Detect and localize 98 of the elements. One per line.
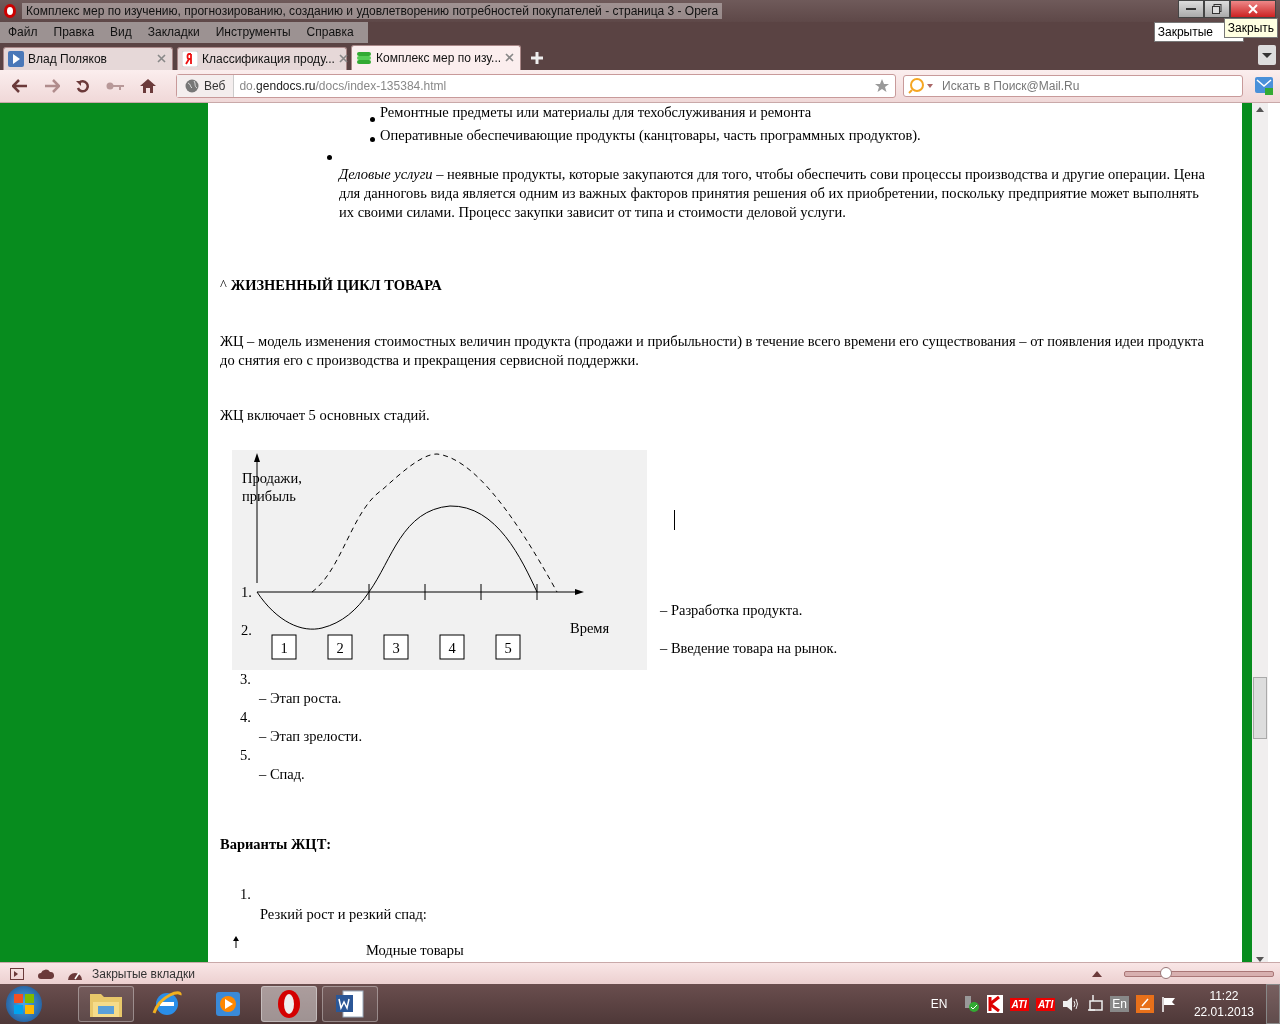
- list-item-text: Ремонтные предметы или материалы для техобслуживания и ремонта: [380, 104, 812, 122]
- search-icon[interactable]: [908, 77, 934, 94]
- paragraph: ЖЦ включает 5 основных стадий.: [220, 406, 431, 424]
- start-button[interactable]: [6, 986, 42, 1022]
- axis-label: Продажи,: [242, 469, 302, 486]
- up-arrow-icon[interactable]: [1256, 106, 1264, 112]
- section-heading: Варианты ЖЦТ:: [220, 835, 333, 853]
- slider-thumb[interactable]: [1160, 966, 1173, 979]
- bullet-icon: [327, 154, 332, 160]
- browser-tab[interactable]: Влад Поляков: [3, 46, 173, 70]
- stage-box: 1: [271, 634, 297, 660]
- clock-time[interactable]: 11:22: [1209, 989, 1239, 1003]
- list-number: 4.: [240, 707, 252, 727]
- menu-item[interactable]: Закладки: [139, 25, 208, 40]
- menu-item[interactable]: Файл: [0, 25, 46, 40]
- closed-tabs-button[interactable]: Закрытые вкладки: [92, 966, 195, 981]
- axis-arrow: [232, 935, 240, 948]
- list-item-text: Деловые услуги – неявные продукты, которые закупаются для того, чтобы обеспечить сови процессы производства и другие операции. Цена для данноговь вида является одним из важных факторов принятия решения об их приобретении, поскольку предприятие может выполнять их своими силами. Процесс закупки зависит от типа и стоимости деловой услуги.: [339, 164, 1206, 222]
- list-item-text: – Введение товара на рынок.: [660, 639, 838, 657]
- cloud-icon[interactable]: [38, 968, 54, 979]
- back-icon[interactable]: [12, 78, 28, 93]
- up-arrow-icon[interactable]: [1092, 970, 1102, 977]
- list-number: 3.: [240, 669, 252, 689]
- address-field[interactable]: Веб do.gendocs.ru/docs/index-135384.html: [176, 73, 896, 98]
- clock-date[interactable]: 22.01.2013: [1193, 1005, 1254, 1019]
- menu-item[interactable]: Справка: [298, 25, 362, 40]
- document-icon: [335, 990, 365, 1018]
- language-indicator[interactable]: EN: [930, 997, 948, 1011]
- list-number: 1.: [241, 583, 252, 601]
- speaker-icon[interactable]: [1062, 996, 1081, 1012]
- top-link[interactable]: ^: [220, 276, 227, 294]
- minimize-icon: [1186, 7, 1196, 11]
- forward-icon[interactable]: [44, 78, 60, 93]
- section-heading: ЖИЗНЕННЫЙ ЦИКЛ ТОВАРА: [230, 276, 442, 294]
- opera-icon: [276, 989, 302, 1019]
- mail-icon[interactable]: [1255, 76, 1273, 95]
- flag-icon[interactable]: [1160, 996, 1177, 1012]
- page-stack-icon: [356, 49, 372, 66]
- play-icon: [215, 991, 241, 1017]
- stage-box: 4: [439, 634, 465, 660]
- text-cursor: [674, 509, 675, 530]
- close-icon: [1248, 4, 1258, 14]
- list-number: 5.: [240, 745, 252, 765]
- menu-item[interactable]: Правка: [45, 25, 103, 40]
- window-title: Комплекс мер по изучению, прогнозированию, созданию и удовлетворению потребностей покупателей - страница 3 - Opera: [22, 2, 723, 19]
- tray-badge[interactable]: ATI: [1009, 997, 1029, 1011]
- close-icon[interactable]: [505, 53, 515, 63]
- stage-box: 2: [327, 634, 353, 660]
- close-icon[interactable]: [338, 54, 348, 64]
- taskbar-button[interactable]: [78, 986, 134, 1022]
- opera-logo-icon: [4, 3, 16, 18]
- globe-icon: [185, 78, 199, 93]
- stage-box: 5: [495, 634, 521, 660]
- paragraph: ЖЦ – модель изменения стоимостных величин продукта (продажи и прибыльности) в течение всего времени его существования – от появления идеи продукта до снятия его с производства и прекращения сервисной поддержки.: [220, 331, 1206, 370]
- letter-icon: [182, 50, 198, 67]
- tooltip: Закрыть: [1223, 18, 1278, 38]
- chart-label: Модные товары: [366, 941, 464, 959]
- tray-badge[interactable]: ATI: [1035, 997, 1056, 1011]
- list-item-text: – Спад.: [258, 764, 306, 784]
- list-item-text: Резкий рост и резкий спад:: [259, 904, 428, 924]
- axis-label: Время: [570, 619, 610, 636]
- reload-icon[interactable]: [76, 78, 90, 93]
- zoom-slider[interactable]: [1124, 970, 1274, 977]
- play-icon: [8, 50, 24, 67]
- list-item-text: Оперативные обеспечивающие продукты (канцтовары, часть программных продуктов).: [380, 127, 921, 145]
- network-icon[interactable]: [1087, 995, 1104, 1013]
- start-logo-icon: [12, 992, 36, 1016]
- taskbar-button[interactable]: [261, 986, 317, 1022]
- stage-box: 3: [383, 634, 409, 660]
- dropdown-icon[interactable]: [1258, 44, 1276, 65]
- home-icon[interactable]: [140, 78, 156, 93]
- list-item-text: – Разработка продукта.: [660, 601, 803, 619]
- list-item-text: – Этап роста.: [258, 688, 343, 708]
- bullet-icon: [370, 116, 375, 122]
- taskbar-button[interactable]: [322, 986, 378, 1022]
- pen-icon[interactable]: [1135, 995, 1154, 1013]
- search-field[interactable]: Искать в Поиск@Mail.Ru: [903, 74, 1243, 97]
- list-item-text: – Этап зрелости.: [258, 726, 363, 746]
- menu-item[interactable]: Инструменты: [207, 25, 299, 40]
- scrollbar[interactable]: [1252, 102, 1268, 963]
- browser-tab[interactable]: Классификация проду...: [177, 46, 347, 70]
- axis-label: прибыль: [242, 487, 296, 504]
- list-number: 1.: [240, 884, 252, 904]
- menu-item[interactable]: Вид: [102, 25, 140, 40]
- panel-icon[interactable]: [10, 967, 24, 980]
- list-number: 2.: [241, 621, 252, 639]
- keyboard-indicator[interactable]: En: [1110, 996, 1129, 1012]
- minimize-button[interactable]: [1178, 0, 1204, 18]
- scrollbar-thumb[interactable]: [1253, 676, 1267, 739]
- browser-tab[interactable]: Комплекс мер по изу...: [351, 44, 521, 70]
- bullet-icon: [370, 136, 375, 142]
- restore-icon: [1212, 4, 1222, 14]
- plus-icon[interactable]: [531, 51, 543, 64]
- restore-button[interactable]: [1204, 0, 1230, 18]
- site-info-button[interactable]: Веб: [177, 74, 235, 97]
- down-arrow-icon[interactable]: [1256, 957, 1264, 963]
- close-button[interactable]: [1230, 0, 1276, 18]
- star-icon[interactable]: [875, 78, 889, 93]
